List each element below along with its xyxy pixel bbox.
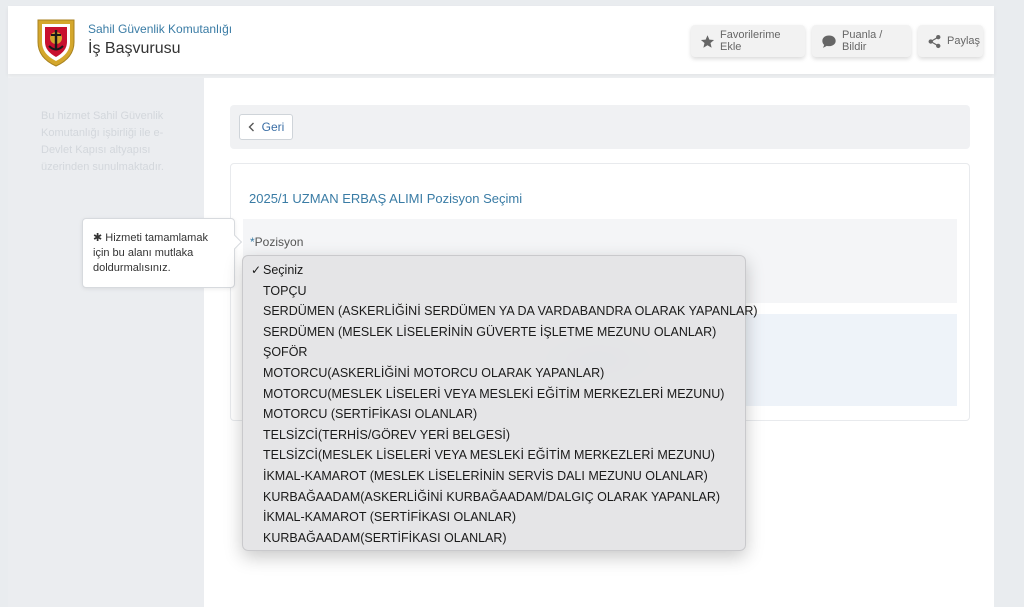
position-label-text: Pozisyon xyxy=(254,235,304,249)
chevron-left-icon xyxy=(248,122,254,132)
header: Sahil Güvenlik Komutanlığı İş Başvurusu … xyxy=(8,6,994,74)
dropdown-option-label: TELSİZCİ(MESLEK LİSELERİ VEYA MESLEKİ EĞ… xyxy=(263,448,715,463)
dropdown-option[interactable]: MOTORCU(ASKERLİĞİNİ MOTORCU OLARAK YAPAN… xyxy=(243,363,745,384)
dropdown-option-label: MOTORCU(MESLEK LİSELERİ VEYA MESLEKİ EĞİ… xyxy=(263,386,725,401)
dropdown-option[interactable]: ŞOFÖR xyxy=(243,342,745,363)
back-bar: Geri xyxy=(230,105,970,149)
dropdown-option-label: İKMAL-KAMAROT (SERTİFİKASI OLANLAR) xyxy=(263,510,517,525)
dropdown-option[interactable]: İKMAL-KAMAROT (SERTİFİKASI OLANLAR) xyxy=(243,507,745,528)
back-button[interactable]: Geri xyxy=(239,114,293,140)
dropdown-option-label: KURBAĞAADAM(SERTİFİKASI OLANLAR) xyxy=(263,530,507,545)
checkmark-icon: ✓ xyxy=(251,263,262,277)
dropdown-option-label: SERDÜMEN (MESLEK LİSELERİNİN GÜVERTE İŞL… xyxy=(263,324,717,339)
dropdown-option-label: TELSİZCİ(TERHİS/GÖREV YERİ BELGESİ) xyxy=(263,427,511,442)
add-to-favorites-button[interactable]: Favorilerime Ekle xyxy=(691,25,805,57)
service-title: İş Başvurusu xyxy=(88,40,181,57)
dropdown-option-label: MOTORCU (SERTİFİKASI OLANLAR) xyxy=(263,407,478,422)
dropdown-option[interactable]: TOPÇU xyxy=(243,281,745,302)
dropdown-option[interactable]: TELSİZCİ(MESLEK LİSELERİ VEYA MESLEKİ EĞ… xyxy=(243,445,745,466)
rate-report-button[interactable]: Puanla / Bildir xyxy=(812,25,911,57)
org-name: Sahil Güvenlik Komutanlığı xyxy=(88,22,233,36)
favorites-label: Favorilerime Ekle xyxy=(720,29,781,53)
tooltip-text: ✱ Hizmeti tamamlamak için bu alanı mutla… xyxy=(93,232,208,274)
dropdown-option-label: MOTORCU(ASKERLİĞİNİ MOTORCU OLARAK YAPAN… xyxy=(263,365,605,380)
sidebar-note: Bu hizmet Sahil Güvenlik Komutanlığı işb… xyxy=(41,110,164,173)
dropdown-option[interactable]: MOTORCU (SERTİFİKASI OLANLAR) xyxy=(243,404,745,425)
required-field-tooltip: ✱ Hizmeti tamamlamak için bu alanı mutla… xyxy=(82,218,243,288)
dropdown-option-label: KURBAĞAADAM(ASKERLİĞİNİ KURBAĞAADAM/DALG… xyxy=(263,489,721,504)
dropdown-option[interactable]: KURBAĞAADAM(SERTİFİKASI OLANLAR) xyxy=(243,528,745,549)
dropdown-option[interactable]: KURBAĞAADAM(ASKERLİĞİNİ KURBAĞAADAM/DALG… xyxy=(243,487,745,508)
share-icon xyxy=(928,34,941,48)
position-dropdown[interactable]: ✓ Seçiniz TOPÇU SERDÜMEN (ASKERLİĞİNİ SERDÜ… xyxy=(242,255,758,551)
dropdown-option-label: TOPÇU xyxy=(263,283,307,298)
speech-bubble-icon xyxy=(822,35,836,48)
dropdown-option[interactable]: TELSİZCİ(TERHİS/GÖREV YERİ BELGESİ) xyxy=(243,425,745,446)
share-button[interactable]: Paylaş xyxy=(918,25,983,57)
rate-label: Puanla / Bildir xyxy=(842,29,883,53)
position-label: *Pozisyon xyxy=(250,235,303,249)
star-icon xyxy=(700,34,715,48)
dropdown-option[interactable]: ✓ Seçiniz xyxy=(243,260,745,281)
share-label: Paylaş xyxy=(947,35,981,47)
coast-guard-logo xyxy=(37,19,75,67)
dropdown-option[interactable]: İKMAL-KAMAROT (MESLEK LİSELERİNİN SERVİS… xyxy=(243,466,745,487)
dropdown-option[interactable]: SERDÜMEN (ASKERLİĞİNİ SERDÜMEN YA DA VAR… xyxy=(243,301,758,322)
dropdown-option[interactable]: MOTORCU(MESLEK LİSELERİ VEYA MESLEKİ EĞİ… xyxy=(243,384,745,405)
sidebar: Bu hizmet Sahil Güvenlik Komutanlığı işb… xyxy=(8,78,204,607)
dropdown-option-label: SERDÜMEN (ASKERLİĞİNİ SERDÜMEN YA DA VAR… xyxy=(263,304,758,319)
dropdown-option-label: İKMAL-KAMAROT (MESLEK LİSELERİNİN SERVİS… xyxy=(263,468,708,483)
dropdown-option-label: ŞOFÖR xyxy=(263,345,308,360)
back-label: Geri xyxy=(261,120,285,134)
dropdown-option[interactable]: SERDÜMEN (MESLEK LİSELERİNİN GÜVERTE İŞL… xyxy=(243,322,745,343)
dropdown-option-label: Seçiniz xyxy=(263,263,304,277)
section-title: 2025/1 UZMAN ERBAŞ ALIMI Pozisyon Seçimi xyxy=(249,191,523,206)
